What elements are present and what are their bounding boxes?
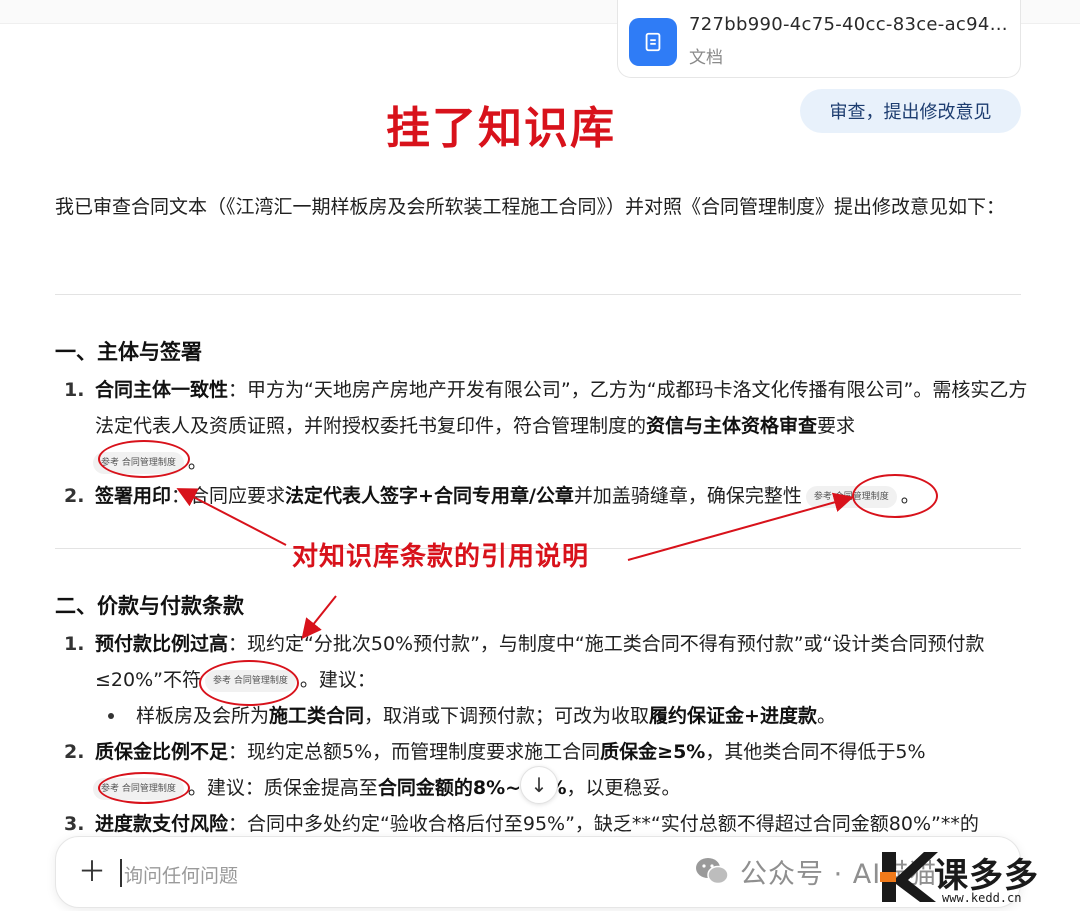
brand-logo: 课多多 www.kedd.cn [880, 846, 1078, 910]
item-bold: 质保金≥5% [600, 741, 706, 763]
divider [55, 294, 1021, 295]
logo-text: 课多多 [934, 856, 1039, 896]
k-logo-icon [880, 852, 938, 902]
bullet-text: 。 [816, 705, 836, 727]
section-heading: 二、价款与付款条款 [55, 594, 244, 618]
logo-url: www.kedd.cn [942, 891, 1022, 905]
item-text: 。建议：质保金提高至 [187, 777, 378, 799]
attached-file-card[interactable]: 727bb990-4c75-40cc-83ce-ac94a7... 文档 [617, 0, 1021, 78]
wechat-icon [696, 858, 729, 885]
item-lead: 合同主体一致性 [95, 379, 229, 401]
plus-icon[interactable]: ＋ [78, 857, 106, 887]
annotation-title: 挂了知识库 [386, 103, 616, 154]
item-lead: 预付款比例过高 [95, 633, 229, 655]
bullet-text: 样板房及会所为 [136, 705, 270, 727]
item-text: ：合同中多处约定“验收合格后付至95%”，缺乏**“实付总额不得超过合同金额80… [228, 813, 979, 835]
text-cursor [120, 859, 122, 887]
annotation-ring [98, 440, 190, 478]
bullet-dot [108, 713, 114, 719]
item-lead: 质保金比例不足 [95, 741, 229, 763]
arrow-down-icon: ↓ [530, 773, 548, 797]
item-text: 。建议： [299, 669, 376, 691]
item-number: 1. [64, 379, 85, 401]
bullet-bold: 履约保证金+进度款 [649, 705, 817, 727]
file-type: 文档 [689, 48, 723, 68]
item-text: ：合同应要求 [171, 485, 286, 507]
item-bold: 资信与主体资格审查 [646, 415, 818, 437]
annotation-ring [199, 660, 299, 706]
document-icon [629, 18, 677, 66]
chat-input[interactable]: 询问任何问题 [124, 861, 238, 888]
item-lead: 签署用印 [95, 485, 172, 507]
file-name: 727bb990-4c75-40cc-83ce-ac94a7... [689, 14, 1015, 35]
item-text: ：甲方为“天地房产房地产开发有限公司”，乙方为“成都玛卡洛文化传播有限公司”。需… [95, 379, 1028, 437]
item-text: 并加盖骑缝章，确保完整性 [573, 485, 802, 507]
item-text: ，以更稳妥。 [566, 777, 681, 799]
item-number: 2. [64, 741, 85, 763]
list-item: 1. 合同主体一致性：甲方为“天地房产房地产开发有限公司”，乙方为“成都玛卡洛文… [64, 372, 1029, 480]
annotation-ring [98, 772, 190, 804]
item-number: 2. [64, 485, 85, 507]
item-text: 。 [187, 451, 207, 473]
section-heading: 一、主体与签署 [55, 340, 202, 364]
scroll-down-button[interactable]: ↓ [520, 766, 558, 804]
annotation-ring [852, 474, 938, 518]
item-bold: 法定代表人签字+合同专用章/公章 [285, 485, 574, 507]
item-text: ：现约定总额5%，而管理制度要求施工合同 [228, 741, 601, 763]
item-text: ，其他类合同不得低于5% [705, 741, 926, 763]
user-message-bubble: 审查，提出修改意见 [800, 89, 1021, 133]
response-intro: 我已审查合同文本（《江湾汇一期样板房及会所软装工程施工合同》）并对照《合同管理制… [55, 196, 1006, 218]
item-lead: 进度款支付风险 [95, 813, 229, 835]
bullet-text: ，取消或下调预付款；可改为收取 [364, 705, 650, 727]
bullet-bold: 施工类合同 [269, 705, 365, 727]
annotation-label: 对知识库条款的引用说明 [292, 542, 590, 572]
item-number: 1. [64, 633, 85, 655]
item-text: 要求 [817, 415, 856, 437]
